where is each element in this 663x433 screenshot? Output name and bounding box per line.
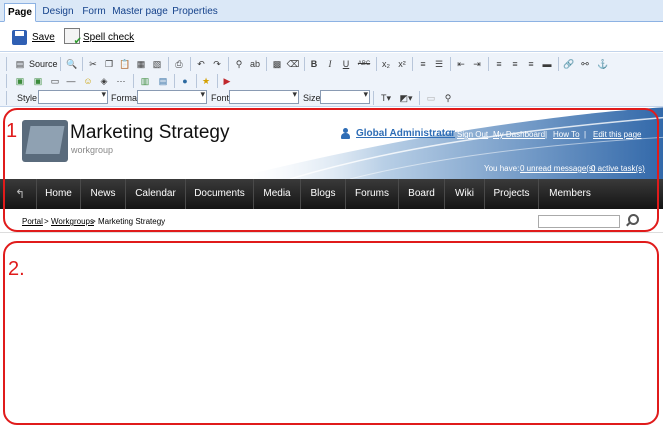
size-select[interactable] xyxy=(320,89,370,104)
indent-icon[interactable]: ⇥ xyxy=(470,57,484,71)
toolbar-separator xyxy=(60,57,61,71)
numbered-list-icon[interactable]: ≡ xyxy=(416,57,430,71)
italic-button[interactable]: I xyxy=(323,57,337,71)
insert-flash-icon[interactable]: ● xyxy=(178,74,192,88)
horizontal-rule-icon[interactable]: ― xyxy=(64,74,78,88)
toolbar-separator xyxy=(6,91,7,105)
toolbar-separator xyxy=(450,57,451,71)
zone-1-outline xyxy=(3,108,659,232)
font-label: Font xyxy=(211,93,230,103)
toolbar-separator xyxy=(6,74,7,88)
toolbar-separator xyxy=(174,74,175,88)
align-center-icon[interactable]: ≡ xyxy=(508,57,522,71)
link-icon[interactable]: 🔗 xyxy=(562,57,576,71)
show-blocks-icon[interactable]: ⚲ xyxy=(441,91,455,105)
toolbar-separator xyxy=(488,57,489,71)
source-button[interactable]: Source xyxy=(29,57,58,71)
toolbar-separator xyxy=(373,91,374,105)
editor-toolbar-row-3: Style Format Font Size T▾ ◩▾ ▭ ⚲ xyxy=(0,89,663,107)
paste-icon[interactable]: 📋 xyxy=(118,57,132,71)
underline-button[interactable]: U xyxy=(339,57,353,71)
toolbar-separator xyxy=(228,57,229,71)
style-label: Style xyxy=(17,93,38,103)
unlink-icon[interactable]: ⚯ xyxy=(578,57,592,71)
copy-icon[interactable]: ❐ xyxy=(102,57,116,71)
toolbar-separator xyxy=(6,57,7,71)
find-icon[interactable]: ⚲ xyxy=(232,57,246,71)
outdent-icon[interactable]: ⇤ xyxy=(454,57,468,71)
spell-check-button[interactable]: Spell check xyxy=(83,29,134,47)
superscript-button[interactable]: x² xyxy=(395,57,409,71)
insert-image-icon[interactable]: ▣ xyxy=(13,74,27,88)
paste-text-icon[interactable]: ▦ xyxy=(134,57,148,71)
align-justify-icon[interactable]: ▬ xyxy=(540,57,554,71)
style-select[interactable] xyxy=(38,89,108,104)
toolbar-separator xyxy=(419,91,420,105)
action-toolbar: Save Spell check xyxy=(0,22,663,52)
editor-toolbar-row-1: ▤ Source 🔍 ✂ ❐ 📋 ▦ ▧ ⎙ ↶ ↷ ⚲ ab ▩ ⌫ B I … xyxy=(0,55,663,73)
editor-toolbar: ▤ Source 🔍 ✂ ❐ 📋 ▦ ▧ ⎙ ↶ ↷ ⚲ ab ▩ ⌫ B I … xyxy=(0,53,663,107)
insert-widget-icon[interactable]: ▥ xyxy=(138,74,152,88)
toolbar-separator xyxy=(168,57,169,71)
insert-table-icon[interactable]: ▭ xyxy=(48,74,62,88)
tab-master-page[interactable]: Master page xyxy=(112,3,168,22)
preview-icon[interactable]: 🔍 xyxy=(65,57,79,71)
background-color-icon[interactable]: ◩▾ xyxy=(397,91,415,105)
tab-page[interactable]: Page xyxy=(4,3,36,22)
save-icon[interactable] xyxy=(12,30,27,45)
replace-icon[interactable]: ab xyxy=(248,57,262,71)
strikethrough-button[interactable]: ABC xyxy=(355,57,373,71)
zone-2-number: 2. xyxy=(8,258,25,280)
save-button[interactable]: Save xyxy=(32,29,55,47)
view-tab-strip: Page Design Form Master page Properties xyxy=(0,0,663,22)
toolbar-separator xyxy=(376,57,377,71)
source-icon[interactable]: ▤ xyxy=(13,57,27,71)
select-all-icon[interactable]: ▩ xyxy=(270,57,284,71)
bold-button[interactable]: B xyxy=(307,57,321,71)
toolbar-separator xyxy=(558,57,559,71)
undo-icon[interactable]: ↶ xyxy=(194,57,208,71)
remove-format-icon[interactable]: ⌫ xyxy=(286,57,300,71)
toolbar-separator xyxy=(217,74,218,88)
align-right-icon[interactable]: ≡ xyxy=(524,57,538,71)
cut-icon[interactable]: ✂ xyxy=(86,57,100,71)
toolbar-separator xyxy=(190,57,191,71)
toolbar-separator xyxy=(266,57,267,71)
toolbar-separator xyxy=(196,74,197,88)
tab-design[interactable]: Design xyxy=(40,3,76,22)
align-left-icon[interactable]: ≡ xyxy=(492,57,506,71)
print-icon[interactable]: ⎙ xyxy=(172,57,186,71)
toolbar-separator xyxy=(304,57,305,71)
maximize-icon[interactable]: ▭ xyxy=(424,91,438,105)
insert-macro-icon[interactable]: ★ xyxy=(199,74,213,88)
anchor-icon[interactable]: ⚓ xyxy=(596,57,610,71)
smiley-icon[interactable]: ☺ xyxy=(81,74,95,88)
redo-icon[interactable]: ↷ xyxy=(210,57,224,71)
insert-media-icon[interactable]: ▣ xyxy=(31,74,45,88)
format-select[interactable] xyxy=(137,89,207,104)
size-label: Size xyxy=(303,93,321,103)
editor-toolbar-row-2: ▣ ▣ ▭ ― ☺ ◈ ⋯ ▥ ▤ ● ★ ▶ xyxy=(0,72,663,90)
paste-word-icon[interactable]: ▧ xyxy=(150,57,164,71)
zone-2-outline xyxy=(3,241,659,425)
format-label: Format xyxy=(111,93,140,103)
text-color-icon[interactable]: T▾ xyxy=(377,91,395,105)
toolbar-separator xyxy=(133,74,134,88)
subscript-button[interactable]: x₂ xyxy=(379,57,393,71)
insert-youtube-icon[interactable]: ▶ xyxy=(220,74,234,88)
special-char-icon[interactable]: ◈ xyxy=(97,74,111,88)
font-select[interactable] xyxy=(229,89,299,104)
insert-form-icon[interactable]: ▤ xyxy=(156,74,170,88)
bulleted-list-icon[interactable]: ☰ xyxy=(432,57,446,71)
zone-1-number: 1 xyxy=(6,120,18,142)
page-break-icon[interactable]: ⋯ xyxy=(114,74,128,88)
tab-form[interactable]: Form xyxy=(80,3,108,22)
toolbar-separator xyxy=(412,57,413,71)
tab-properties[interactable]: Properties xyxy=(172,3,218,22)
spell-check-icon[interactable] xyxy=(64,28,82,47)
toolbar-separator xyxy=(82,57,83,71)
